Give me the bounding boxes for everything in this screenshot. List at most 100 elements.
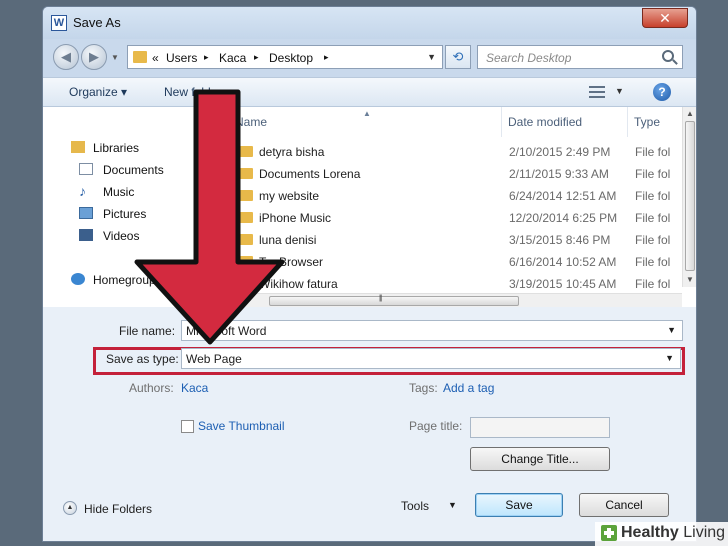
vertical-scrollbar[interactable]: ▲ ▼ <box>682 107 696 287</box>
folder-icon <box>239 212 253 223</box>
vertical-scroll-thumb[interactable] <box>685 121 695 271</box>
search-input[interactable]: Search Desktop <box>477 45 683 69</box>
search-icon[interactable] <box>662 50 674 62</box>
page-title-label: Page title: <box>409 419 463 433</box>
nav-item-documents[interactable]: Documents <box>103 163 164 177</box>
file-row[interactable]: detyra bisha 2/10/2015 2:49 PM File fol <box>229 141 682 163</box>
address-bar[interactable]: « Users ▸ Kaca ▸ Desktop ▸ ▼ <box>127 45 443 69</box>
file-date: 12/20/2014 6:25 PM <box>509 211 618 225</box>
healthy-living-watermark: Healthy Living <box>595 522 728 546</box>
word-app-icon: W <box>51 15 67 31</box>
change-view-icon[interactable] <box>589 86 605 98</box>
file-row[interactable]: my website 6/24/2014 12:51 AM File fol <box>229 185 682 207</box>
save-as-type-dropdown-icon[interactable]: ▼ <box>665 353 674 363</box>
file-row[interactable]: iPhone Music 12/20/2014 6:25 PM File fol <box>229 207 682 229</box>
file-name-field[interactable]: Microsoft Word ▼ <box>181 320 683 341</box>
file-name-value: Microsoft Word <box>186 324 267 338</box>
scroll-up-icon[interactable]: ▲ <box>686 109 694 118</box>
horizontal-scroll-thumb[interactable] <box>269 296 519 306</box>
watermark-brand-rest: Living <box>678 524 726 541</box>
file-name: Tor Browser <box>259 255 324 269</box>
file-name: Documents Lorena <box>259 167 361 181</box>
save-button[interactable]: Save <box>475 493 563 517</box>
column-header-date[interactable]: Date modified <box>502 107 628 137</box>
back-button[interactable]: ◀ <box>53 44 79 70</box>
page-title-field[interactable] <box>470 417 610 438</box>
file-name: my website <box>259 189 320 203</box>
file-date: 6/16/2014 10:52 AM <box>509 255 617 269</box>
breadcrumb-overflow[interactable]: « <box>152 51 159 65</box>
file-type: File fol <box>635 145 671 159</box>
cancel-button[interactable]: Cancel <box>579 493 669 517</box>
save-thumbnail-checkbox[interactable] <box>181 420 194 433</box>
nav-item-videos[interactable]: Videos <box>103 229 139 243</box>
file-name: luna denisi <box>259 233 317 247</box>
file-type: File fol <box>635 211 671 225</box>
file-type: File fol <box>635 277 671 291</box>
file-row[interactable]: Documents Lorena 2/11/2015 9:33 AM File … <box>229 163 682 185</box>
title-bar: W Save As ✕ <box>43 7 696 39</box>
hide-folders-icon[interactable]: ▲ <box>63 501 77 515</box>
file-row[interactable]: Tor Browser 6/16/2014 10:52 AM File fol <box>229 251 682 273</box>
save-as-dialog: W Save As ✕ ◀ ▶ ▼ « Users ▸ Kaca ▸ Deskt… <box>42 6 697 542</box>
file-date: 3/15/2015 8:46 PM <box>509 233 611 247</box>
add-tag-link[interactable]: Add a tag <box>443 381 494 395</box>
folder-icon <box>239 256 253 267</box>
browser-area: Libraries Documents ♪ Music Pictures Vid… <box>43 107 696 307</box>
folder-icon <box>239 190 253 201</box>
file-type: File fol <box>635 255 671 269</box>
breadcrumb-separator[interactable]: ▸ <box>324 52 329 63</box>
authors-label: Authors: <box>129 381 174 395</box>
nav-item-music[interactable]: Music <box>103 185 134 199</box>
breadcrumb-separator[interactable]: ▸ <box>254 52 259 63</box>
plus-logo-icon <box>601 525 617 541</box>
dialog-title: Save As <box>73 15 121 30</box>
nav-item-pictures[interactable]: Pictures <box>103 207 146 221</box>
breadcrumb-desktop[interactable]: Desktop <box>269 51 313 65</box>
save-as-type-select[interactable]: Web Page ▼ <box>181 348 681 369</box>
videos-icon <box>79 229 93 241</box>
file-date: 2/10/2015 2:49 PM <box>509 145 611 159</box>
address-dropdown-icon[interactable]: ▼ <box>427 52 436 62</box>
tools-dropdown-icon[interactable]: ▼ <box>448 500 457 510</box>
folder-icon <box>239 146 253 157</box>
file-name-dropdown-icon[interactable]: ▼ <box>667 325 676 335</box>
scroll-grip-icon: ||| <box>379 295 383 302</box>
view-options-dropdown-icon[interactable]: ▼ <box>615 86 624 96</box>
libraries-icon <box>71 141 85 153</box>
authors-value[interactable]: Kaca <box>181 381 208 395</box>
navigation-bar: ◀ ▶ ▼ « Users ▸ Kaca ▸ Desktop ▸ ▼ ⟲ Sea… <box>43 39 696 77</box>
watermark-brand-bold: Healthy <box>621 524 679 541</box>
pictures-icon <box>79 207 93 219</box>
new-folder-button[interactable]: New folder <box>164 85 221 99</box>
forward-button[interactable]: ▶ <box>81 44 107 70</box>
tools-button[interactable]: Tools <box>401 499 429 513</box>
nav-item-homegroup[interactable]: Homegroup <box>93 273 156 287</box>
refresh-button[interactable]: ⟲ <box>445 45 471 69</box>
close-button[interactable]: ✕ <box>642 8 688 28</box>
nav-item-libraries[interactable]: Libraries <box>93 141 139 155</box>
breadcrumb-users[interactable]: Users <box>166 51 197 65</box>
file-name: detyra bisha <box>259 145 325 159</box>
help-icon[interactable]: ? <box>653 83 671 101</box>
horizontal-scrollbar[interactable]: ||| <box>229 293 682 307</box>
organize-button[interactable]: Organize ▾ <box>69 85 127 99</box>
breadcrumb-kaca[interactable]: Kaca <box>219 51 246 65</box>
file-name-label: File name: <box>119 324 176 338</box>
column-header-type[interactable]: Type <box>628 107 684 137</box>
save-options-form: File name: Microsoft Word ▼ Save as type… <box>43 307 696 541</box>
recent-locations-dropdown-icon[interactable]: ▼ <box>111 53 119 62</box>
file-row[interactable]: luna denisi 3/15/2015 8:46 PM File fol <box>229 229 682 251</box>
file-name: iPhone Music <box>259 211 332 225</box>
hide-folders-button[interactable]: Hide Folders <box>84 502 152 516</box>
breadcrumb-separator[interactable]: ▸ <box>204 52 209 63</box>
scroll-down-icon[interactable]: ▼ <box>686 275 694 284</box>
music-icon: ♪ <box>79 183 86 199</box>
save-as-type-value: Web Page <box>186 352 242 366</box>
tags-label: Tags: <box>409 381 438 395</box>
folder-icon <box>239 168 253 179</box>
change-title-button[interactable]: Change Title... <box>470 447 610 471</box>
column-header-name[interactable]: Name <box>229 107 502 137</box>
file-row[interactable]: Wikihow fatura 3/19/2015 10:45 AM File f… <box>229 273 682 295</box>
save-thumbnail-label[interactable]: Save Thumbnail <box>198 419 285 433</box>
